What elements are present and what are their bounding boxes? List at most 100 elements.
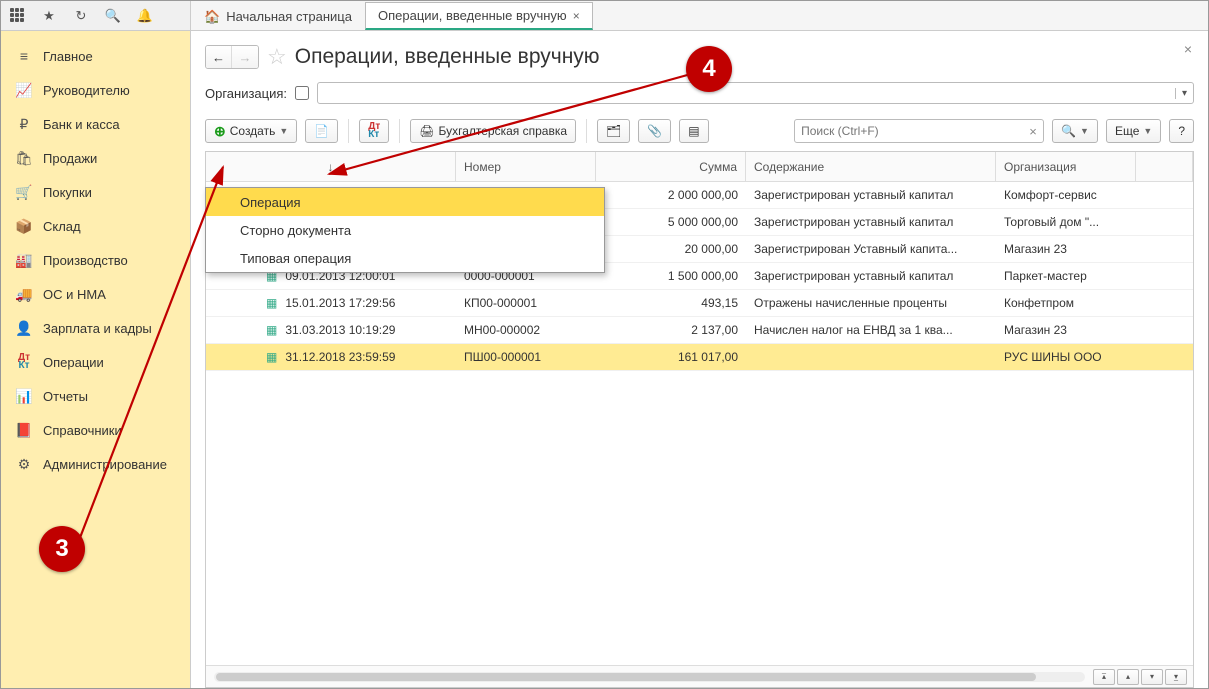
sidebar-item-2[interactable]: ₽ Банк и касса xyxy=(1,107,190,141)
sidebar-icon: 📊 xyxy=(15,388,33,405)
sidebar-item-10[interactable]: 📊 Отчеты xyxy=(1,379,190,413)
list-button[interactable]: ▤ xyxy=(679,119,708,143)
sidebar-label: Склад xyxy=(43,219,81,234)
scroll-up-button[interactable]: ▴ xyxy=(1117,669,1139,685)
sidebar-icon: 🛒 xyxy=(15,184,33,201)
help-button[interactable]: ? xyxy=(1169,119,1194,143)
sidebar-item-5[interactable]: 📦 Склад xyxy=(1,209,190,243)
scroll-top-button[interactable]: ▴̅ xyxy=(1093,669,1115,685)
sidebar-icon: 📦 xyxy=(15,218,33,235)
sidebar-item-9[interactable]: ДтКт Операции xyxy=(1,345,190,379)
tab-home-label: Начальная страница xyxy=(226,9,352,24)
sidebar-item-8[interactable]: 👤 Зарплата и кадры xyxy=(1,311,190,345)
sidebar-icon: 📈 xyxy=(15,82,33,99)
sidebar-icon: ДтКт xyxy=(15,354,33,371)
search-box: × xyxy=(794,119,1044,143)
dtKt-icon: ДтКт xyxy=(368,123,380,139)
sidebar-item-11[interactable]: 📕 Справочники xyxy=(1,413,190,447)
dropdown-item-operation[interactable]: Операция xyxy=(206,188,604,216)
document-icon: ▦ xyxy=(266,323,277,337)
plus-icon: ⊕ xyxy=(214,123,226,140)
org-select[interactable]: ▾ xyxy=(317,82,1194,104)
paperclip-icon: 📎 xyxy=(647,124,662,138)
sidebar-item-12[interactable]: ⚙ Администрирование xyxy=(1,447,190,481)
table-row[interactable]: ▦31.12.2018 23:59:59ПШ00-000001161 017,0… xyxy=(206,344,1193,371)
sidebar-label: ОС и НМА xyxy=(43,287,106,302)
scroll-bottom-button[interactable]: ▾̲ xyxy=(1165,669,1187,685)
sidebar-icon: 📕 xyxy=(15,422,33,439)
find-button[interactable]: 🔍▼ xyxy=(1052,119,1098,143)
col-org[interactable]: Организация xyxy=(996,152,1136,181)
search-icon[interactable]: 🔍 xyxy=(101,4,125,28)
document-icon: ▦ xyxy=(266,296,277,310)
close-page-icon[interactable]: × xyxy=(1184,41,1192,57)
sidebar-item-4[interactable]: 🛒 Покупки xyxy=(1,175,190,209)
create-button[interactable]: ⊕ Создать ▼ xyxy=(205,119,297,143)
more-label: Еще xyxy=(1115,124,1139,138)
sidebar-icon: 🏭 xyxy=(15,252,33,269)
bell-icon[interactable]: 🔔 xyxy=(133,4,157,28)
sidebar-item-3[interactable]: 🛍Продажи xyxy=(1,141,190,175)
print-label: Бухгалтерская справка xyxy=(438,124,567,138)
sidebar-icon: ⚙ xyxy=(15,456,33,473)
scroll-down-button[interactable]: ▾ xyxy=(1141,669,1163,685)
table-row[interactable]: ▦31.03.2013 10:19:29МН00-0000022 137,00Н… xyxy=(206,317,1193,344)
nav-back-button[interactable]: ← xyxy=(206,46,232,68)
register-icon: 🗂 xyxy=(606,124,621,138)
sidebar-label: Производство xyxy=(43,253,128,268)
favorite-star-icon[interactable]: ★ xyxy=(37,4,61,28)
sidebar-label: Операции xyxy=(43,355,104,370)
dropdown-item-typed[interactable]: Типовая операция xyxy=(206,244,604,272)
attach-button[interactable]: 📎 xyxy=(638,119,671,143)
col-date[interactable]: Дата↓ xyxy=(206,152,456,181)
sidebar-label: Отчеты xyxy=(43,389,88,404)
create-label: Создать xyxy=(230,124,276,138)
tab-operations-label: Операции, введенные вручную xyxy=(378,8,567,23)
table-row[interactable]: ▦15.01.2013 17:29:56КП00-000001493,15Отр… xyxy=(206,290,1193,317)
sidebar-icon: ≡ xyxy=(15,48,33,64)
close-icon[interactable]: × xyxy=(573,9,580,23)
chevron-down-icon: ▼ xyxy=(279,126,288,136)
copy-icon: 📄 xyxy=(314,124,329,138)
tab-home[interactable]: 🏠 Начальная страница xyxy=(191,2,365,30)
sidebar-item-7[interactable]: 🚚 ОС и НМА xyxy=(1,277,190,311)
page-title: Операции, введенные вручную xyxy=(295,45,600,69)
callout-4: 4 xyxy=(686,46,732,92)
sidebar-label: Администрирование xyxy=(43,457,167,472)
apps-grid-icon[interactable] xyxy=(5,4,29,28)
more-button[interactable]: Еще ▼ xyxy=(1106,119,1161,143)
sidebar-item-1[interactable]: 📈Руководителю xyxy=(1,73,190,107)
chevron-down-icon[interactable]: ▾ xyxy=(1175,88,1193,99)
col-desc[interactable]: Содержание xyxy=(746,152,996,181)
sidebar-icon: 🚚 xyxy=(15,286,33,303)
history-icon[interactable]: ↻ xyxy=(69,4,93,28)
h-scrollbar[interactable] xyxy=(214,672,1085,682)
favorite-toggle-icon[interactable]: ☆ xyxy=(267,44,287,70)
sidebar-label: Покупки xyxy=(43,185,92,200)
search-input[interactable] xyxy=(795,124,1023,138)
copy-button[interactable]: 📄 xyxy=(305,119,338,143)
col-number[interactable]: Номер xyxy=(456,152,596,181)
callout-3: 3 xyxy=(39,526,85,572)
dropdown-item-storno[interactable]: Сторно документа xyxy=(206,216,604,244)
print-icon: 🖨 xyxy=(419,124,434,138)
print-button[interactable]: 🖨 Бухгалтерская справка xyxy=(410,119,576,143)
nav-forward-button[interactable]: → xyxy=(232,46,258,68)
sidebar-label: Справочники xyxy=(43,423,122,438)
sidebar-label: Банк и касса xyxy=(43,117,120,132)
sidebar-icon: ₽ xyxy=(15,116,33,133)
chevron-down-icon: ▼ xyxy=(1143,126,1152,136)
sidebar-label: Зарплата и кадры xyxy=(43,321,152,336)
sidebar-icon: 🛍 xyxy=(15,150,33,167)
sidebar-icon: 👤 xyxy=(15,320,33,337)
home-icon: 🏠 xyxy=(204,9,220,25)
dtKt-button[interactable]: ДтКт xyxy=(359,119,389,143)
clear-search-icon[interactable]: × xyxy=(1023,124,1043,139)
tab-operations[interactable]: Операции, введенные вручную × xyxy=(365,2,593,30)
org-label: Организация: xyxy=(205,86,287,101)
col-sum[interactable]: Сумма xyxy=(596,152,746,181)
org-filter-checkbox[interactable] xyxy=(295,86,309,100)
sidebar-item-0[interactable]: ≡Главное xyxy=(1,39,190,73)
register-button[interactable]: 🗂 xyxy=(597,119,630,143)
sidebar-item-6[interactable]: 🏭 Производство xyxy=(1,243,190,277)
